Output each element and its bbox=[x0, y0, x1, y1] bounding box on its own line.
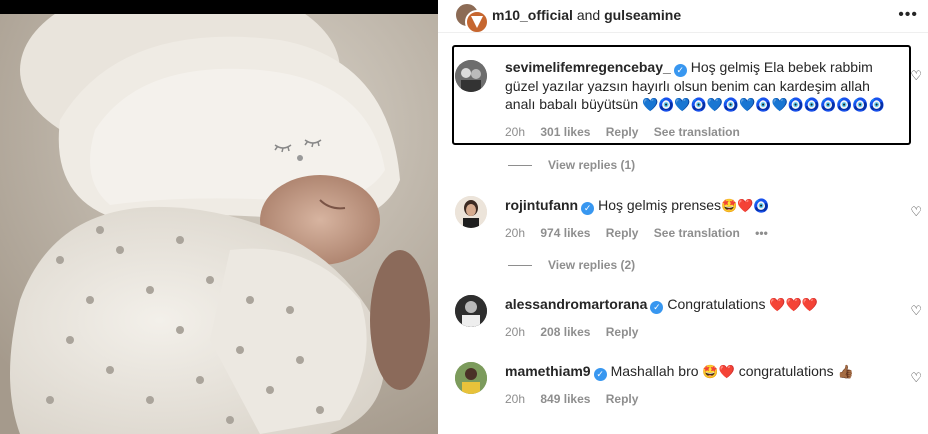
post-photo bbox=[0, 0, 438, 434]
comment-time[interactable]: 20h bbox=[505, 325, 525, 339]
comment-text: Mashallah bro bbox=[610, 363, 699, 379]
comment-emoji: 💙🧿💙🧿💙🧿💙🧿💙🧿🧿🧿🧿🧿🧿 bbox=[642, 98, 885, 113]
header-user2[interactable]: gulseamine bbox=[604, 7, 681, 23]
comment-time[interactable]: 20h bbox=[505, 226, 525, 240]
comment-likes[interactable]: 974 likes bbox=[540, 226, 590, 240]
reply-button[interactable]: Reply bbox=[606, 226, 639, 240]
avatar[interactable] bbox=[455, 60, 487, 92]
comment-username[interactable]: alessandromartorana bbox=[505, 296, 647, 312]
comment-meta: 20h 849 likes Reply bbox=[505, 390, 888, 408]
photo-top-bar bbox=[0, 0, 438, 14]
header-avatars[interactable] bbox=[454, 2, 489, 34]
comment-username[interactable]: mamethiam9 bbox=[505, 363, 591, 379]
comment-body: mamethiam9 ✓ Mashallah bro 🤩❤️ congratulat… bbox=[505, 362, 888, 408]
comment-time[interactable]: 20h bbox=[505, 125, 525, 139]
comments-panel: m10_official and gulseamine ••• sevimeli… bbox=[438, 0, 928, 434]
avatar[interactable] bbox=[455, 295, 487, 327]
reply-button[interactable]: Reply bbox=[606, 325, 639, 339]
comment-emoji: 🤩❤️🧿 bbox=[721, 199, 770, 214]
verified-badge-icon: ✓ bbox=[581, 202, 595, 215]
replies-line bbox=[508, 165, 532, 167]
verified-badge-icon: ✓ bbox=[673, 64, 687, 77]
comment-body: sevimelifemregencebay_ ✓ Hoş gelmiş Ela be… bbox=[505, 58, 888, 141]
comment-username[interactable]: sevimelifemregencebay_ bbox=[505, 59, 671, 75]
heart-outline-icon[interactable]: ♡ bbox=[910, 303, 922, 319]
view-replies-button[interactable]: View replies (2) bbox=[508, 258, 635, 272]
see-translation-button[interactable]: See translation bbox=[654, 125, 740, 139]
comment-meta: 20h 301 likes Reply See translation bbox=[505, 123, 888, 141]
view-replies-label: View replies (1) bbox=[548, 158, 636, 172]
heart-outline-icon[interactable]: ♡ bbox=[910, 204, 922, 220]
comment-emoji: ❤️❤️❤️ bbox=[769, 298, 818, 313]
comment-time[interactable]: 20h bbox=[505, 392, 525, 406]
comment-likes[interactable]: 208 likes bbox=[540, 325, 590, 339]
avatar[interactable] bbox=[455, 362, 487, 394]
replies-line bbox=[508, 265, 532, 267]
heart-outline-icon[interactable]: ♡ bbox=[910, 68, 922, 84]
comment-text-2: congratulations bbox=[738, 363, 834, 379]
more-horizontal-icon[interactable]: ••• bbox=[898, 6, 918, 24]
view-replies-button[interactable]: View replies (1) bbox=[508, 158, 635, 172]
header-user1[interactable]: m10_official bbox=[492, 7, 573, 23]
comment-likes[interactable]: 301 likes bbox=[540, 125, 590, 139]
avatar[interactable] bbox=[455, 196, 487, 228]
comment-emoji: 🤩❤️ bbox=[702, 365, 735, 380]
comment-body: alessandromartorana ✓ Congratulations ❤️❤️… bbox=[505, 295, 888, 341]
more-options-icon[interactable]: ••• bbox=[755, 226, 768, 240]
comment-text: Hoş gelmiş prenses bbox=[598, 197, 722, 213]
comment-likes[interactable]: 849 likes bbox=[540, 392, 590, 406]
comment-emoji-2: 👍🏾 bbox=[837, 365, 854, 380]
comment-text: Congratulations bbox=[667, 296, 766, 312]
verified-badge-icon: ✓ bbox=[650, 301, 664, 314]
heart-outline-icon[interactable]: ♡ bbox=[910, 370, 922, 386]
comment-username[interactable]: rojintufann bbox=[505, 197, 578, 213]
comment-meta: 20h 974 likes Reply See translation ••• bbox=[505, 224, 888, 242]
reply-button[interactable]: Reply bbox=[606, 125, 639, 139]
verified-badge-icon: ✓ bbox=[593, 368, 607, 381]
post-header: m10_official and gulseamine ••• bbox=[438, 0, 928, 34]
header-and: and bbox=[576, 7, 601, 23]
see-translation-button[interactable]: See translation bbox=[654, 226, 740, 240]
reply-button[interactable]: Reply bbox=[606, 392, 639, 406]
divider bbox=[438, 32, 928, 33]
comment-body: rojintufann ✓ Hoş gelmiş prenses🤩❤️🧿 20h 9… bbox=[505, 196, 888, 242]
view-replies-label: View replies (2) bbox=[548, 258, 636, 272]
avatar bbox=[465, 10, 489, 34]
header-usernames: m10_official and gulseamine bbox=[492, 7, 681, 23]
comment-meta: 20h 208 likes Reply bbox=[505, 323, 888, 341]
